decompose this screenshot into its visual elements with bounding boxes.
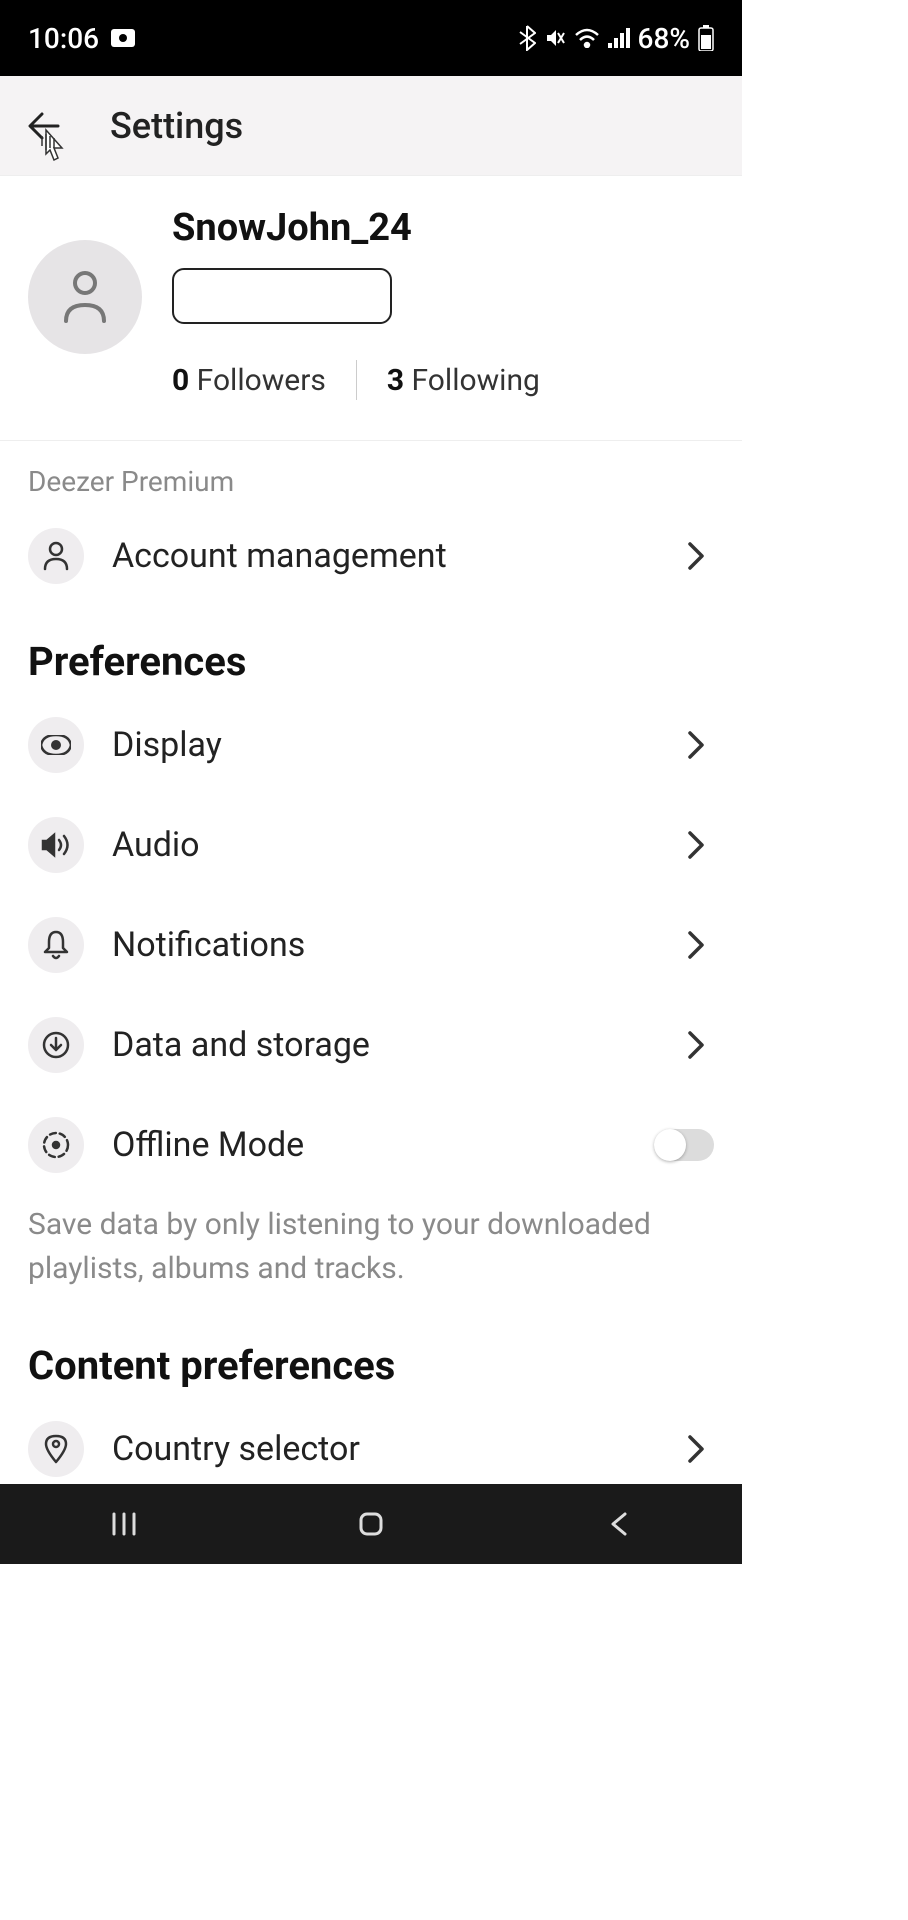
- recording-icon: [111, 29, 135, 47]
- chevron-right-icon: [678, 927, 714, 963]
- audio-row[interactable]: Audio: [0, 795, 742, 895]
- home-button[interactable]: [341, 1494, 401, 1554]
- chevron-right-icon: [678, 1027, 714, 1063]
- following-count: 3: [387, 363, 404, 398]
- display-row[interactable]: Display: [0, 695, 742, 795]
- status-bar: 10:06 68%: [0, 0, 742, 76]
- offline-mode-row: Offline Mode: [0, 1095, 742, 1195]
- audio-label: Audio: [112, 825, 650, 865]
- speaker-icon: [28, 817, 84, 873]
- content-preferences-header: Content preferences: [0, 1310, 742, 1399]
- display-label: Display: [112, 725, 650, 765]
- divider: [356, 360, 357, 400]
- location-icon: [28, 1421, 84, 1477]
- chevron-right-icon: [678, 1431, 714, 1467]
- data-storage-row[interactable]: Data and storage: [0, 995, 742, 1095]
- eye-icon: [28, 717, 84, 773]
- username: SnowJohn_24: [172, 206, 714, 250]
- settings-content: SnowJohn_24 0 Followers 3 Following Deez…: [0, 176, 742, 1484]
- download-icon: [28, 1017, 84, 1073]
- followers-label: Followers: [197, 363, 326, 398]
- offline-mode-description: Save data by only listening to your down…: [0, 1195, 742, 1310]
- bluetooth-icon: [518, 25, 536, 51]
- offline-mode-toggle[interactable]: [654, 1129, 714, 1161]
- wifi-icon: [574, 28, 600, 48]
- person-icon: [28, 528, 84, 584]
- battery-percent: 68%: [638, 22, 690, 55]
- recents-button[interactable]: [94, 1494, 154, 1554]
- profile-section: SnowJohn_24 0 Followers 3 Following: [0, 176, 742, 441]
- notifications-label: Notifications: [112, 925, 650, 965]
- back-button[interactable]: [18, 98, 74, 154]
- toggle-knob: [654, 1129, 686, 1161]
- notifications-row[interactable]: Notifications: [0, 895, 742, 995]
- data-storage-label: Data and storage: [112, 1025, 650, 1065]
- country-selector-label: Country selector: [112, 1429, 650, 1469]
- system-nav-bar: [0, 1484, 742, 1564]
- avatar[interactable]: [28, 240, 142, 354]
- chevron-right-icon: [678, 538, 714, 574]
- edit-profile-button[interactable]: [172, 268, 392, 324]
- mute-icon: [544, 27, 566, 49]
- offline-icon: [28, 1117, 84, 1173]
- chevron-right-icon: [678, 727, 714, 763]
- battery-icon: [698, 25, 714, 51]
- followers-count: 0: [172, 363, 189, 398]
- page-title: Settings: [110, 105, 243, 147]
- offline-mode-label: Offline Mode: [112, 1125, 626, 1165]
- back-nav-button[interactable]: [588, 1494, 648, 1554]
- following-link[interactable]: 3 Following: [387, 363, 540, 398]
- account-management-row[interactable]: Account management: [0, 506, 742, 606]
- following-label: Following: [412, 363, 540, 398]
- country-selector-row[interactable]: Country selector: [0, 1399, 742, 1484]
- followers-link[interactable]: 0 Followers: [172, 363, 326, 398]
- signal-icon: [608, 28, 630, 48]
- bell-icon: [28, 917, 84, 973]
- preferences-header: Preferences: [0, 606, 742, 695]
- subscription-label: Deezer Premium: [0, 441, 742, 506]
- status-time: 10:06: [28, 22, 99, 55]
- app-bar: Settings: [0, 76, 742, 176]
- chevron-right-icon: [678, 827, 714, 863]
- account-management-label: Account management: [112, 536, 650, 576]
